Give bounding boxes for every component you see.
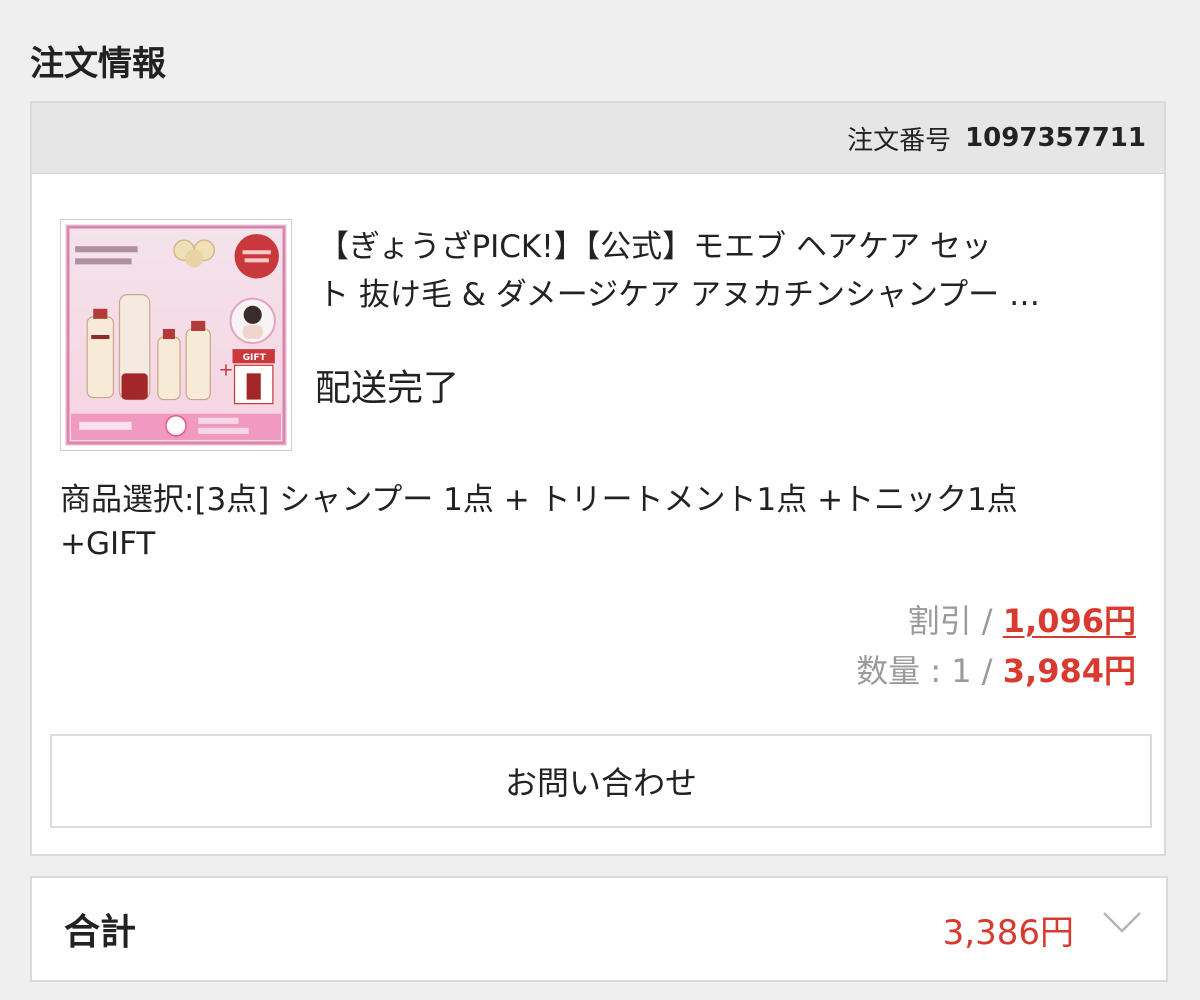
delivery-status: 配送完了 [315,368,460,409]
quantity-label: 数量 : 1 / [856,652,1003,690]
order-number: 1097357711 [965,123,1146,153]
discount-amount[interactable]: 1,096円 [1003,602,1136,640]
product-thumbnail[interactable]: + GIFT [60,219,292,451]
order-header: 注文番号 1097357711 [32,103,1164,174]
product-title[interactable]: 【ぎょうざPICK!】【公式】モエブ ヘアケア セッ ト 抜け毛 & ダメージケ… [318,223,1150,319]
total-bar[interactable]: 合計 3,386円 [30,876,1168,982]
order-number-label: 注文番号 [847,125,952,156]
chevron-down-icon[interactable] [1102,910,1142,934]
discount-label: 割引 / [907,602,1003,640]
total-value: 3,386円 [942,912,1074,953]
order-card: 注文番号 1097357711 + GIFT 【ぎょうざPICK!】【公式】モエ… [30,101,1166,856]
product-variant: 商品選択:[3点] シャンプー 1点 + トリートメント1点 +トニック1点 +… [60,478,1140,566]
item-price: 3,984円 [1002,652,1136,690]
contact-button[interactable]: お問い合わせ [50,734,1152,828]
variant-line-2: +GIFT [60,526,156,562]
product-title-line-2: ト 抜け毛 & ダメージケア アヌカチンシャンプー … [318,277,1040,313]
discount-row: 割引 / 1,096円 [908,599,1136,643]
svg-text:+: + [218,359,233,380]
variant-line-1: 商品選択:[3点] シャンプー 1点 + トリートメント1点 +トニック1点 [60,482,1018,518]
section-title: 注文情報 [30,44,166,84]
quantity-price-row: 数量 : 1 / 3,984円 [856,649,1136,693]
svg-text:GIFT: GIFT [243,353,267,363]
product-set-image: + GIFT [65,224,287,446]
total-label: 合計 [64,912,137,953]
product-title-line-1: 【ぎょうざPICK!】【公式】モエブ ヘアケア セッ [318,229,992,265]
